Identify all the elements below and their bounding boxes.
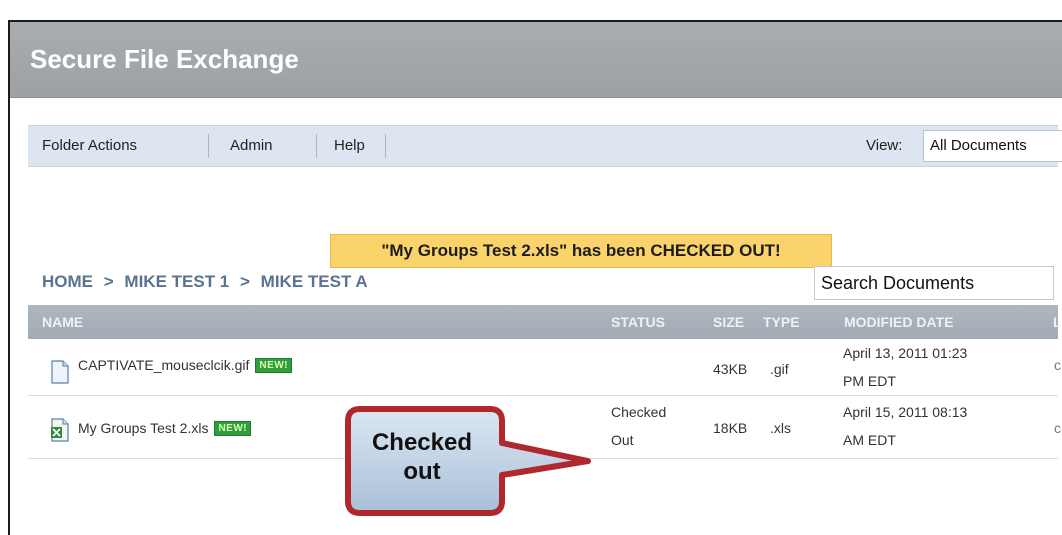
row-overflow-cell: c <box>1054 420 1061 436</box>
modified-date: April 15, 2011 08:13 <box>843 404 968 420</box>
file-size: 43KB <box>713 361 748 377</box>
file-type: .xls <box>770 420 791 436</box>
column-modified-date[interactable]: MODIFIED DATE <box>844 305 953 339</box>
column-last[interactable]: L <box>1053 305 1062 339</box>
menu-help[interactable]: Help <box>334 126 365 166</box>
document-icon <box>51 360 69 384</box>
app-title: Secure File Exchange <box>30 44 299 74</box>
column-name[interactable]: NAME <box>42 305 83 339</box>
menu-bar: Folder Actions Admin Help View: All Docu… <box>28 125 1062 167</box>
status-line: Checked <box>611 404 667 420</box>
new-badge: NEW! <box>214 421 252 436</box>
breadcrumb-mike-test-a[interactable]: MIKE TEST A <box>261 272 368 291</box>
modified-time: AM EDT <box>843 432 896 448</box>
status-line: Out <box>611 432 634 448</box>
table-row[interactable]: CAPTIVATE_mouseclcik.gif NEW! 43KB .gif A… <box>28 339 1061 396</box>
breadcrumb-separator: > <box>103 272 114 291</box>
breadcrumb-mike-test-1[interactable]: MIKE TEST 1 <box>124 272 229 291</box>
menu-divider <box>316 134 317 158</box>
file-size: 18KB <box>713 420 748 436</box>
search-documents-input[interactable]: Search Documents <box>814 266 1054 300</box>
table-header: NAME STATUS SIZE TYPE MODIFIED DATE L <box>28 305 1062 339</box>
menu-folder-actions[interactable]: Folder Actions <box>42 126 137 166</box>
modified-date: April 13, 2011 01:23 <box>843 345 968 361</box>
app-header: Secure File Exchange <box>10 22 1062 98</box>
column-status[interactable]: STATUS <box>611 305 665 339</box>
breadcrumb: HOME > MIKE TEST 1 > MIKE TEST A <box>42 268 374 296</box>
menu-divider <box>208 134 209 158</box>
menu-admin[interactable]: Admin <box>230 126 273 166</box>
view-label: View: <box>866 137 903 154</box>
callout-line: Checked <box>371 429 473 456</box>
file-name-link[interactable]: My Groups Test 2.xls <box>78 420 208 436</box>
callout-label: Checked out <box>352 428 492 486</box>
callout-line: out <box>403 458 441 485</box>
view-select[interactable]: All Documents <box>923 130 1062 162</box>
menu-divider <box>385 134 386 158</box>
column-type[interactable]: TYPE <box>763 305 800 339</box>
file-name-link[interactable]: CAPTIVATE_mouseclcik.gif <box>78 357 249 373</box>
row-overflow-cell: c <box>1054 357 1061 373</box>
checkout-notice: "My Groups Test 2.xls" has been CHECKED … <box>330 234 832 268</box>
column-size[interactable]: SIZE <box>713 305 744 339</box>
excel-file-icon <box>51 418 69 442</box>
breadcrumb-home[interactable]: HOME <box>42 272 93 291</box>
modified-time: PM EDT <box>843 373 896 389</box>
new-badge: NEW! <box>255 358 293 373</box>
breadcrumb-separator: > <box>240 272 250 291</box>
file-type: .gif <box>770 361 789 377</box>
